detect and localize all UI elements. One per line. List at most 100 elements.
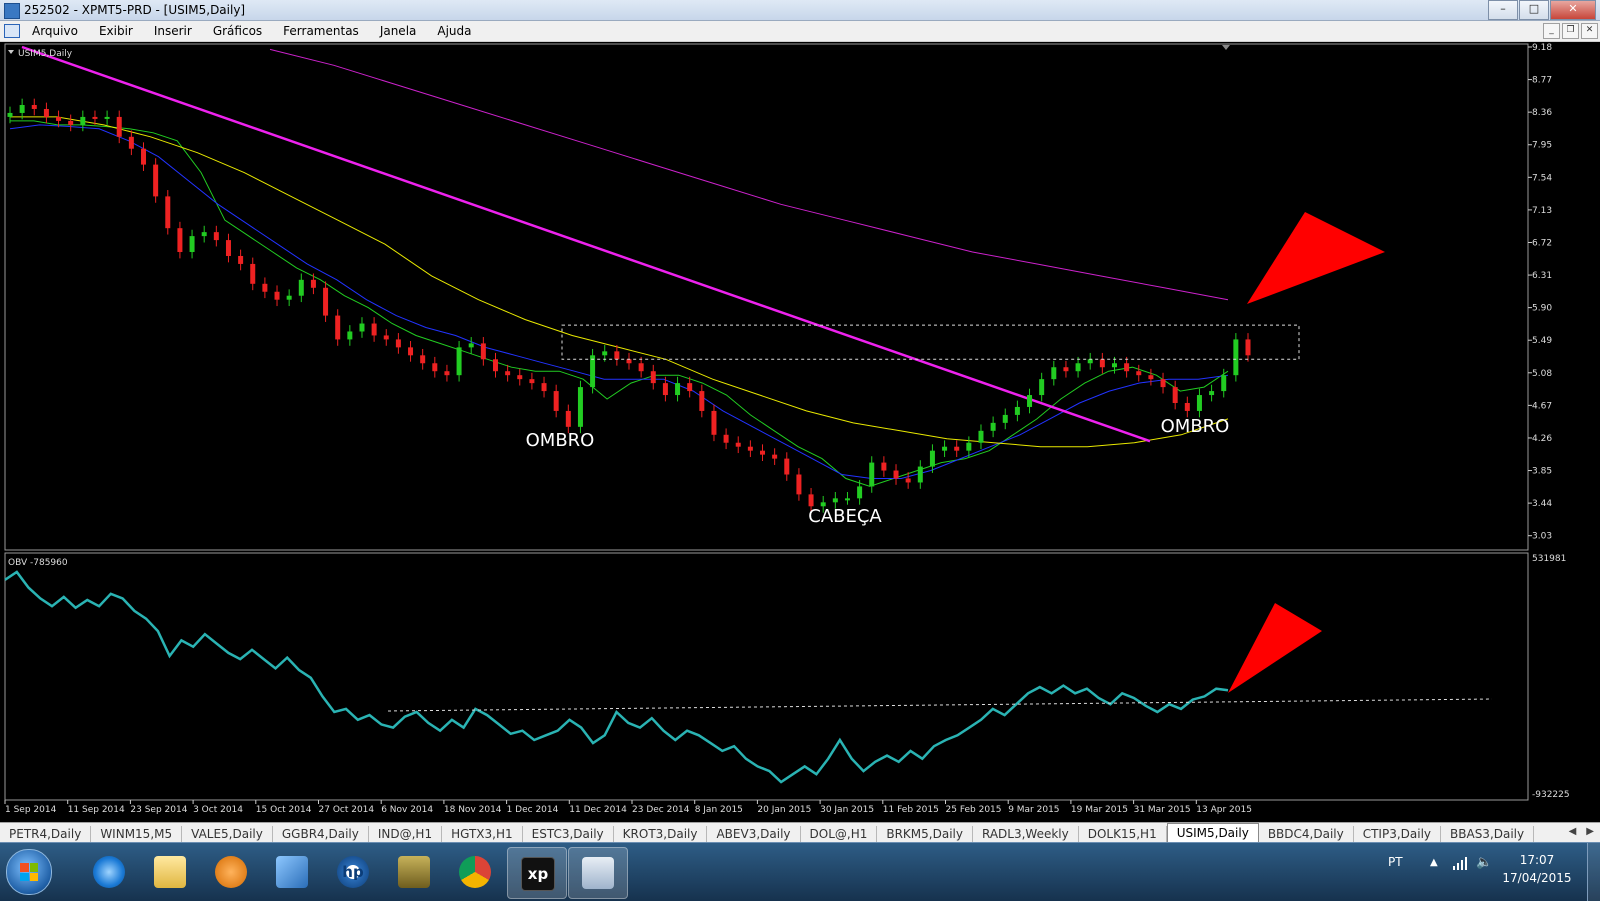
chart-tab[interactable]: DOL@,H1 [801, 826, 878, 843]
taskbar-button-folder[interactable] [141, 847, 199, 897]
candle-body [881, 462, 887, 471]
xp-label: xp [527, 865, 549, 883]
candle-body [43, 108, 49, 117]
taskbar-button-media-player[interactable] [202, 847, 260, 897]
candle-body [116, 116, 122, 137]
mdi-close-button[interactable]: ✕ [1581, 23, 1598, 39]
candle-body [456, 347, 462, 376]
show-desktop-button[interactable] [1587, 843, 1600, 901]
x-tick-label: 3 Oct 2014 [193, 805, 243, 815]
clock-date: 17/04/2015 [1502, 871, 1572, 885]
taskbar-button-hp[interactable]: hp [324, 847, 382, 897]
candle-body [590, 355, 596, 388]
chart-tab[interactable]: DOLK15,H1 [1079, 826, 1167, 843]
chart-tab[interactable]: GGBR4,Daily [273, 826, 369, 843]
candle-body [444, 371, 450, 376]
hp-icon: hp [337, 856, 369, 888]
mdi-minimize-button[interactable]: _ [1543, 23, 1560, 39]
taskbar-button-trading-app[interactable] [568, 847, 628, 899]
language-indicator[interactable]: PT [1388, 855, 1403, 869]
package-icon [398, 856, 430, 888]
candle-body [929, 450, 935, 467]
chart-tab[interactable]: BBDC4,Daily [1259, 826, 1354, 843]
head-label: CABEÇA [808, 506, 882, 527]
candle-body [917, 466, 923, 483]
moving-average-slow [10, 116, 1229, 448]
menu-item-exibir[interactable]: Exibir [99, 24, 133, 38]
candle-body [966, 442, 972, 451]
x-tick-label: 1 Dec 2014 [507, 805, 559, 815]
x-tick-label: 11 Sep 2014 [68, 805, 125, 815]
candle-body [541, 383, 547, 392]
candle-body [128, 136, 134, 149]
taskbar-button-package[interactable] [385, 847, 443, 897]
candle-body [1172, 387, 1178, 403]
taskbar-button-network[interactable] [263, 847, 321, 897]
symbol-dropdown-icon [8, 50, 14, 54]
candle-body [56, 116, 62, 121]
taskbar-button-xp[interactable]: xp [507, 847, 567, 899]
menu-item-inserir[interactable]: Inserir [154, 24, 192, 38]
chart-window[interactable]: 9.18 8.77 8.36 7.95 7.54 7.13 6.72 6.31 5.90 5.49… [0, 42, 1600, 822]
tab-scroll-left-icon[interactable]: ◀ [1569, 826, 1577, 837]
chart-tab[interactable]: PETR4,Daily [0, 826, 92, 843]
chart-tab[interactable]: ABEV3,Daily [707, 826, 801, 843]
candle-body [1027, 395, 1033, 407]
chart-tab[interactable]: BBAS3,Daily [1441, 826, 1535, 843]
close-button[interactable]: ✕ [1550, 0, 1596, 20]
candle-body [942, 446, 948, 451]
left-shoulder-label: OMBRO [526, 430, 595, 451]
taskbar-button-chrome[interactable] [446, 847, 504, 897]
candle-body [1148, 375, 1154, 380]
candle-body [760, 450, 766, 455]
candle-body [1002, 414, 1008, 423]
start-button[interactable] [6, 849, 52, 895]
show-hidden-icons-icon[interactable]: ▲ [1430, 857, 1438, 868]
x-tick-label: 18 Nov 2014 [444, 805, 502, 815]
y-tick-label: 8.36 [1532, 108, 1552, 118]
candle-body [92, 116, 98, 119]
chart-tab[interactable]: KROT3,Daily [614, 826, 708, 843]
candle-body [225, 240, 231, 256]
minimize-button[interactable]: – [1488, 0, 1518, 20]
maximize-button[interactable]: □ [1519, 0, 1549, 20]
volume-icon[interactable]: 🔈 [1476, 855, 1492, 870]
y-tick-label: 6.72 [1532, 238, 1552, 248]
candle-body [869, 462, 875, 487]
moving-average-mid [9, 124, 1229, 479]
taskbar-button-internet-explorer[interactable] [80, 847, 138, 897]
menu-item-arquivo[interactable]: Arquivo [32, 24, 78, 38]
mdi-restore-button[interactable]: ❐ [1562, 23, 1579, 39]
menu-item-janela[interactable]: Janela [380, 24, 417, 38]
chart-tab[interactable]: RADL3,Weekly [973, 826, 1079, 843]
chart-window-icon[interactable] [4, 24, 20, 38]
chart-tab[interactable]: USIM5,Daily [1166, 823, 1259, 843]
menu-item-ferramentas[interactable]: Ferramentas [283, 24, 359, 38]
chart-tab[interactable]: BRKM5,Daily [877, 826, 973, 843]
menu-items: Arquivo Exibir Inserir Gráficos Ferramentas J… [32, 24, 493, 38]
candle-body [80, 116, 86, 125]
candle-body [905, 478, 911, 483]
chart-canvas[interactable]: 9.18 8.77 8.36 7.95 7.54 7.13 6.72 6.31 5.90 5.49… [0, 42, 1600, 822]
tab-scroll-right-icon[interactable]: ▶ [1586, 826, 1594, 837]
x-tick-label: 23 Dec 2014 [632, 805, 690, 815]
chart-tab[interactable]: IND@,H1 [369, 826, 443, 843]
menu-item-graficos[interactable]: Gráficos [213, 24, 262, 38]
chart-tab[interactable]: ESTC3,Daily [523, 826, 614, 843]
network-signal-icon[interactable] [1452, 856, 1468, 870]
trading-app-icon [582, 857, 614, 889]
candle-body [1063, 367, 1069, 372]
moving-average-fast [10, 120, 1229, 487]
clock[interactable]: 17:07 17/04/2015 [1502, 851, 1572, 887]
chart-tab[interactable]: WINM15,M5 [91, 826, 183, 843]
taskbar: hp xp PT ▲ 🔈 17:07 17/04/2015 [0, 842, 1600, 901]
chart-tab[interactable]: HGTX3,H1 [442, 826, 523, 843]
menu-item-ajuda[interactable]: Ajuda [437, 24, 471, 38]
symbol-label: USIM5,Daily [18, 49, 73, 59]
x-tick-label: 11 Feb 2015 [883, 805, 939, 815]
y-tick-label: 4.26 [1532, 434, 1552, 444]
chart-tab[interactable]: VALE5,Daily [182, 826, 273, 843]
title-bar: 252502 - XPMT5-PRD - [USIM5,Daily] – □ ✕ [0, 0, 1600, 21]
chart-tab[interactable]: CTIP3,Daily [1354, 826, 1442, 843]
clock-time: 17:07 [1519, 853, 1555, 867]
